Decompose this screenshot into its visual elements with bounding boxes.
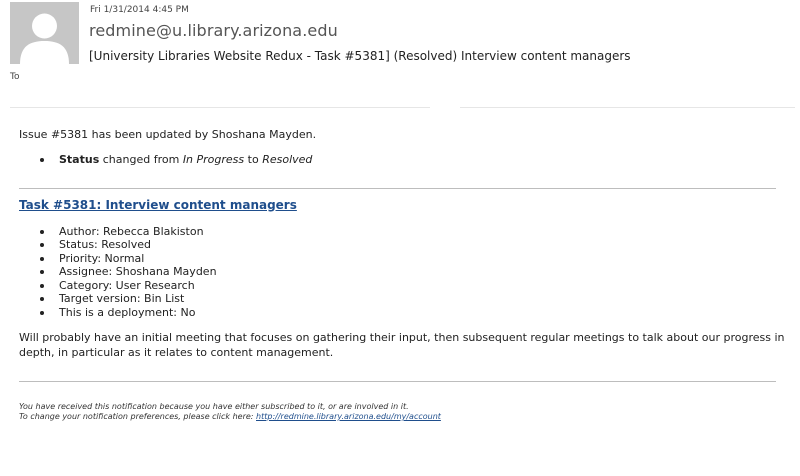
- sender-address[interactable]: redmine@u.library.arizona.edu: [89, 21, 338, 40]
- avatar: [10, 2, 79, 64]
- update-intro: Issue #5381 has been updated by Shoshana…: [19, 128, 317, 141]
- email-body: Issue #5381 has been updated by Shoshana…: [19, 128, 789, 422]
- detail-item: Target version: Bin List: [19, 292, 789, 306]
- footer-preferences-text: To change your notification preferences,…: [19, 412, 254, 421]
- header-divider: [10, 107, 430, 108]
- detail-item: Priority: Normal: [19, 252, 789, 266]
- section-divider: [19, 187, 776, 189]
- section-divider: [19, 381, 776, 382]
- task-details-list: Author: Rebecca Blakiston Status: Resolv…: [19, 225, 789, 320]
- change-list: Status changed from In Progress to Resol…: [19, 153, 789, 167]
- person-silhouette-icon: [10, 2, 79, 64]
- footer-notice: You have received this notification beca…: [19, 402, 409, 411]
- account-settings-link[interactable]: http://redmine.library.arizona.edu/my/ac…: [256, 412, 441, 421]
- header-divider: [460, 107, 795, 108]
- change-field: Status: [59, 153, 100, 166]
- change-from: In Progress: [182, 153, 245, 166]
- detail-item: Status: Resolved: [19, 238, 789, 252]
- detail-item: Assignee: Shoshana Mayden: [19, 265, 789, 279]
- detail-item: Category: User Research: [19, 279, 789, 293]
- footer-preferences: To change your notification preferences,…: [19, 412, 789, 422]
- notification-footer: You have received this notification beca…: [19, 402, 789, 422]
- change-to: Resolved: [262, 153, 313, 166]
- change-item: Status changed from In Progress to Resol…: [19, 153, 789, 167]
- email-subject: [University Libraries Website Redux - Ta…: [89, 49, 631, 63]
- to-label[interactable]: To: [10, 72, 19, 82]
- detail-item: This is a deployment: No: [19, 306, 789, 320]
- email-date: Fri 1/31/2014 4:45 PM: [90, 5, 189, 15]
- task-description: Will probably have an initial meeting th…: [19, 331, 785, 359]
- change-verb: changed from: [102, 153, 180, 166]
- change-to-word: to: [247, 153, 259, 166]
- email-header: Fri 1/31/2014 4:45 PM redmine@u.library.…: [0, 0, 800, 108]
- task-title-link[interactable]: Task #5381: Interview content managers: [19, 198, 297, 212]
- detail-item: Author: Rebecca Blakiston: [19, 225, 789, 239]
